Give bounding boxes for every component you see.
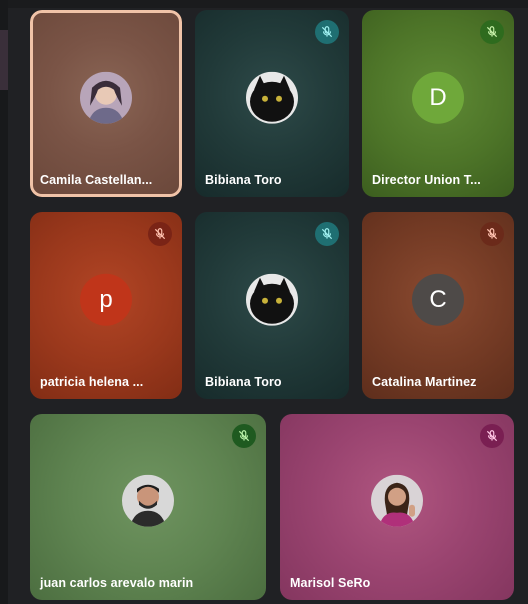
participant-avatar [246,71,298,124]
mic-off-icon [480,222,504,246]
participant-name: Marisol SeRo [290,576,371,590]
participant-name: Bibiana Toro [205,173,282,187]
participant-tile[interactable]: Bibiana Toro [195,212,349,399]
mic-off-icon [148,222,172,246]
participant-name: Bibiana Toro [205,375,282,389]
mic-off-icon [315,222,339,246]
participant-tile[interactable]: p patricia helena ... [30,212,182,399]
participant-tile[interactable]: Bibiana Toro [195,10,349,197]
window-top-edge [0,0,528,8]
mic-off-icon [480,424,504,448]
window-left-edge [0,0,8,604]
participant-name: patricia helena ... [40,375,144,389]
mic-off-icon [232,424,256,448]
participant-tile[interactable]: C Catalina Martinez [362,212,514,399]
participant-avatar [246,273,298,326]
mic-off-icon [315,20,339,44]
participant-avatar: C [412,273,464,326]
side-panel-notch [0,30,8,90]
participant-name: Camila Castellan... [40,173,153,187]
participant-tile[interactable]: D Director Union T... [362,10,514,197]
participant-avatar [371,474,423,527]
participant-name: juan carlos arevalo marin [40,576,194,590]
participant-tile[interactable]: Marisol SeRo [280,414,514,600]
participant-tile[interactable]: Camila Castellan... [30,10,182,197]
participant-avatar [122,474,174,527]
participant-avatar: p [80,273,132,326]
participant-avatar [80,71,132,124]
participant-name: Catalina Martinez [372,375,477,389]
mic-off-icon [480,20,504,44]
participant-tile[interactable]: juan carlos arevalo marin [30,414,266,600]
participant-avatar: D [412,71,464,124]
participant-name: Director Union T... [372,173,481,187]
